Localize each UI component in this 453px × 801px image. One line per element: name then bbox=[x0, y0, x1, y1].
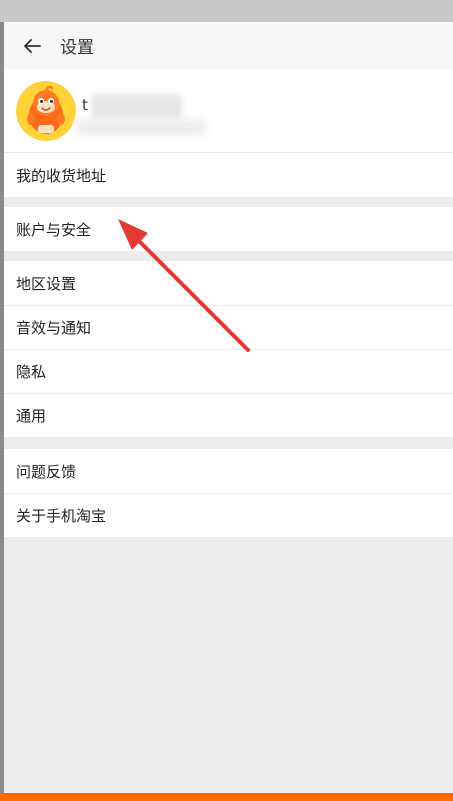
settings-screen: 设置 t 我的收货地址 账户与安全 地区设置 音效与通知 隐私 通用 问题反馈 … bbox=[4, 22, 453, 795]
menu-item-privacy[interactable]: 隐私 bbox=[4, 349, 453, 393]
menu-item-region-settings[interactable]: 地区设置 bbox=[4, 261, 453, 305]
menu-item-about-app[interactable]: 关于手机淘宝 bbox=[4, 493, 453, 537]
back-arrow-icon[interactable] bbox=[20, 34, 44, 58]
profile-card[interactable]: t bbox=[4, 69, 453, 153]
menu-item-label: 通用 bbox=[16, 406, 47, 425]
menu-item-label: 隐私 bbox=[16, 362, 47, 381]
redacted-user-info bbox=[76, 119, 206, 135]
menu-group-preferences: 地区设置 音效与通知 隐私 通用 bbox=[4, 261, 453, 437]
menu-item-label: 音效与通知 bbox=[16, 318, 92, 337]
menu-item-label: 我的收货地址 bbox=[16, 166, 107, 185]
avatar[interactable] bbox=[16, 81, 76, 141]
username: t bbox=[82, 96, 88, 114]
menu-item-label: 问题反馈 bbox=[16, 462, 77, 481]
menu-item-feedback[interactable]: 问题反馈 bbox=[4, 449, 453, 493]
menu-item-account-security[interactable]: 账户与安全 bbox=[4, 207, 453, 251]
top-nav-bar: 设置 bbox=[4, 22, 453, 69]
menu-item-sound-notifications[interactable]: 音效与通知 bbox=[4, 305, 453, 349]
bottom-accent-bar bbox=[0, 793, 453, 801]
menu-item-label: 地区设置 bbox=[16, 274, 77, 293]
menu-group-account: 账户与安全 bbox=[4, 207, 453, 251]
menu-item-label: 关于手机淘宝 bbox=[16, 506, 107, 525]
menu-item-label: 账户与安全 bbox=[16, 220, 92, 239]
menu-item-general[interactable]: 通用 bbox=[4, 393, 453, 437]
menu-group-address: 我的收货地址 bbox=[4, 153, 453, 197]
redacted-username bbox=[92, 94, 182, 120]
menu-group-about: 问题反馈 关于手机淘宝 bbox=[4, 449, 453, 537]
page-title: 设置 bbox=[60, 38, 94, 58]
menu-item-shipping-address[interactable]: 我的收货地址 bbox=[4, 153, 453, 197]
